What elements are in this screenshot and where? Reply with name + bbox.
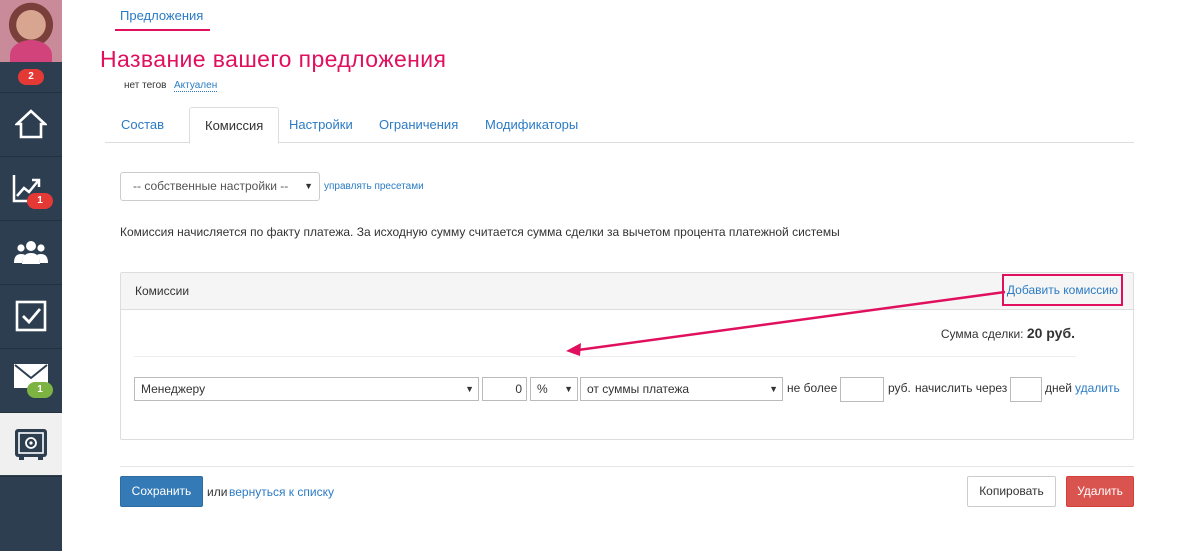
base-select-value: от суммы платежа [587, 382, 690, 396]
chevron-down-icon: ▼ [769, 384, 778, 394]
sidebar-item-tasks[interactable] [0, 284, 62, 347]
preset-select-value: -- собственные настройки -- [133, 179, 289, 193]
amount-input[interactable]: 0 [482, 377, 527, 401]
breadcrumb-underline [115, 29, 210, 31]
page-title: Название вашего предложения [100, 46, 447, 72]
checkbox-icon [15, 300, 47, 332]
tab-bar: Состав Комиссия Настройки Ограничения Мо… [105, 107, 1134, 144]
tags-label: нет тегов [124, 80, 167, 91]
tab-settings[interactable]: Настройки [274, 107, 368, 144]
commissions-panel: Комиссии Добавить комиссию Сумма сделки:… [120, 272, 1134, 440]
deal-sum: Сумма сделки: 20 руб. [941, 325, 1075, 341]
deal-sum-value: 20 руб. [1026, 325, 1075, 341]
tab-composition[interactable]: Состав [106, 107, 179, 144]
add-commission-button[interactable]: Добавить комиссию [1001, 274, 1123, 306]
preset-select[interactable]: -- собственные настройки -- ▼ [120, 172, 320, 201]
sidebar-item-safe[interactable] [0, 412, 62, 475]
sidebar-empty [0, 476, 62, 551]
status-link[interactable]: Актуален [174, 80, 218, 92]
commissions-panel-header: Комиссии Добавить комиссию [121, 273, 1133, 310]
max-input[interactable] [840, 377, 884, 402]
deal-sum-label: Сумма сделки: [940, 327, 1024, 341]
sidebar: 2 1 1 [0, 0, 62, 551]
tab-limits[interactable]: Ограничения [364, 107, 473, 144]
recipient-select[interactable]: Менеджеру ▼ [134, 377, 479, 401]
tab-modifiers[interactable]: Модификаторы [470, 107, 593, 144]
delay-input[interactable] [1010, 377, 1042, 402]
chevron-down-icon: ▼ [564, 384, 573, 394]
delete-commission-link[interactable]: удалить [1075, 381, 1120, 395]
commission-note: Комиссия начисляется по факту платежа. З… [120, 225, 840, 239]
stats-badge: 1 [27, 193, 53, 209]
sidebar-item-home[interactable] [0, 92, 62, 155]
notification-badge: 2 [18, 69, 44, 85]
divider [134, 356, 1076, 357]
currency-label: руб. [888, 381, 911, 395]
tab-commission[interactable]: Комиссия [189, 107, 280, 144]
recipient-select-value: Менеджеру [141, 382, 206, 396]
base-select[interactable]: от суммы платежа ▼ [580, 377, 783, 401]
avatar[interactable] [0, 0, 62, 62]
unit-select-value: % [537, 382, 548, 396]
days-label: дней [1045, 381, 1073, 395]
chevron-down-icon: ▼ [304, 181, 313, 191]
footer-divider [120, 466, 1134, 467]
or-label: или [207, 485, 228, 499]
commissions-title: Комиссии [135, 284, 190, 298]
sidebar-item-mail[interactable] [0, 348, 62, 411]
delay-label: начислить через [915, 381, 1008, 395]
back-to-list-link[interactable]: вернуться к списку [229, 485, 334, 499]
delete-button[interactable]: Удалить [1066, 476, 1134, 507]
copy-button[interactable]: Копировать [967, 476, 1056, 507]
safe-icon [15, 429, 47, 460]
manage-presets-link[interactable]: управлять пресетами [324, 181, 424, 192]
chevron-down-icon: ▼ [465, 384, 474, 394]
save-button[interactable]: Сохранить [120, 476, 203, 507]
sidebar-item-users[interactable] [0, 220, 62, 283]
sidebar-item-stats[interactable] [0, 156, 62, 219]
mail-badge: 1 [27, 382, 53, 398]
home-icon [15, 109, 47, 139]
users-icon [14, 241, 48, 264]
max-label: не более [787, 381, 838, 395]
unit-select[interactable]: % ▼ [530, 377, 578, 401]
breadcrumb-offers[interactable]: Предложения [120, 8, 203, 23]
